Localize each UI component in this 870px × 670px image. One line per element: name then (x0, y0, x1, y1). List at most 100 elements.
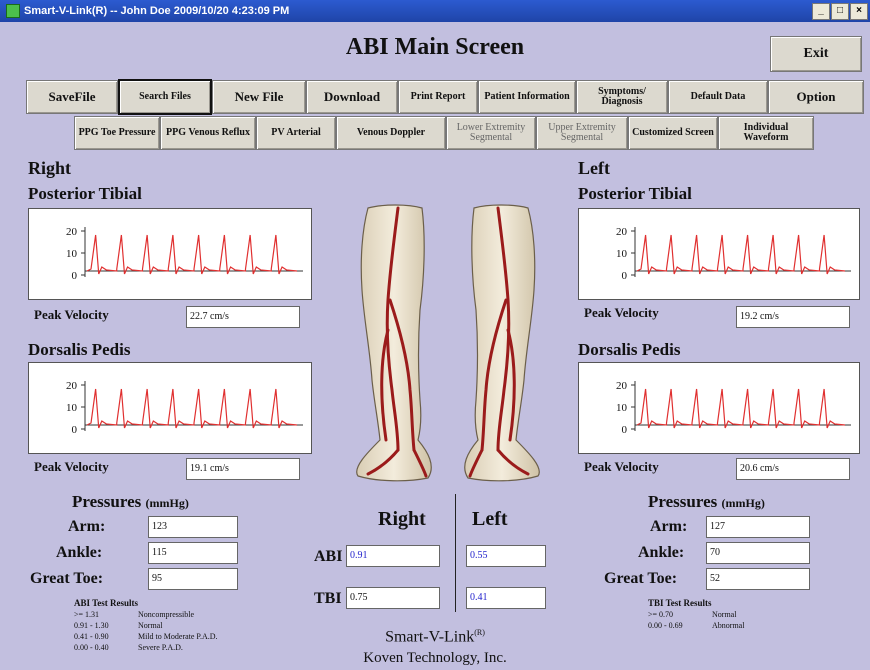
save-file-button[interactable]: SaveFile (26, 80, 118, 114)
venous-doppler-button[interactable]: Venous Doppler (336, 116, 446, 150)
waveform-trace (86, 388, 298, 429)
abi-results-title: ABI Test Results (74, 598, 139, 608)
waveform-trace (636, 234, 846, 275)
registered-mark: (R) (474, 628, 485, 637)
right-dp-peak-velocity-field[interactable]: 19.1 cm/s (186, 458, 300, 480)
center-right-heading: Right (378, 508, 426, 530)
left-dorsalis-pedis-waveform: 20 10 0 (578, 362, 860, 454)
left-side-heading: Left (578, 158, 610, 178)
left-posterior-tibial-title: Posterior Tibial (578, 184, 692, 203)
left-arm-field[interactable]: 127 (706, 516, 810, 538)
left-dorsalis-pedis-title: Dorsalis Pedis (578, 340, 681, 359)
tick-label: 10 (66, 402, 78, 414)
abi-right-field[interactable]: 0.91 (346, 545, 440, 567)
abi-row-3-meaning: Severe P.A.D. (138, 643, 183, 652)
waveform-plot: 20 10 0 (66, 226, 303, 282)
ppg-toe-pressure-button[interactable]: PPG Toe Pressure (74, 116, 160, 150)
right-great-toe-field[interactable]: 95 (148, 568, 238, 590)
individual-waveform-button[interactable]: Individual Waveform (718, 116, 814, 150)
left-dp-peak-velocity-label: Peak Velocity (584, 459, 659, 474)
tick-label: 0 (622, 270, 628, 282)
ppg-venous-reflux-button[interactable]: PPG Venous Reflux (160, 116, 256, 150)
close-button[interactable]: × (850, 3, 868, 20)
tick-label: 20 (616, 226, 628, 238)
lower-extremity-segmental-button[interactable]: Lower Extremity Segmental (446, 116, 536, 150)
upper-extremity-segmental-button[interactable]: Upper Extremity Segmental (536, 116, 628, 150)
right-great-toe-label: Great Toe: (30, 570, 104, 587)
right-dorsalis-pedis-title: Dorsalis Pedis (28, 340, 131, 359)
tick-label: 10 (66, 248, 78, 260)
left-pt-peak-velocity-field[interactable]: 19.2 cm/s (736, 306, 850, 328)
left-great-toe-field[interactable]: 52 (706, 568, 810, 590)
maximize-button[interactable]: □ (831, 3, 849, 20)
waveform-trace (636, 388, 846, 429)
title-bar[interactable]: Smart-V-Link(R) -- John Doe 2009/10/20 4… (0, 0, 870, 22)
pv-arterial-button[interactable]: PV Arterial (256, 116, 336, 150)
abi-label: ABI (314, 548, 343, 565)
tick-label: 10 (616, 248, 628, 260)
left-pt-peak-velocity-label: Peak Velocity (584, 305, 659, 320)
abi-row-3-range: 0.00 - 0.40 (74, 643, 109, 652)
tbi-row-0-range: >= 0.70 (648, 610, 674, 619)
left-ankle-field[interactable]: 70 (706, 542, 810, 564)
customized-screen-button[interactable]: Customized Screen (628, 116, 718, 150)
abi-row-1-meaning: Normal (138, 621, 163, 630)
abi-row-0-range: >= 1.31 (74, 610, 100, 619)
app-icon (6, 4, 20, 18)
patient-information-button[interactable]: Patient Information (478, 80, 576, 114)
right-posterior-tibial-waveform: 20 10 0 (28, 208, 312, 300)
abi-left-field[interactable]: 0.55 (466, 545, 546, 567)
waveform-trace (86, 234, 298, 275)
app-window: Smart-V-Link(R) -- John Doe 2009/10/20 4… (0, 0, 870, 670)
tick-label: 10 (616, 402, 628, 414)
screen-title: ABI Main Screen (345, 34, 525, 60)
right-ankle-label: Ankle: (56, 544, 103, 561)
pressures-unit: (mmHg) (721, 496, 765, 510)
waveform-plot: 20 10 0 (616, 380, 851, 436)
left-great-toe-label: Great Toe: (604, 570, 678, 587)
center-divider (455, 494, 456, 612)
right-pressures-title: Pressures (mmHg) (72, 492, 189, 512)
new-file-button[interactable]: New File (212, 80, 306, 114)
abi-row-2-range: 0.41 - 0.90 (74, 632, 109, 641)
tbi-right-field[interactable]: 0.75 (346, 587, 440, 609)
left-pressures-title: Pressures (mmHg) (648, 492, 765, 512)
tick-label: 20 (66, 226, 78, 238)
center-left-heading: Left (472, 508, 508, 530)
left-dp-peak-velocity-field[interactable]: 20.6 cm/s (736, 458, 850, 480)
window-title: Smart-V-Link(R) -- John Doe 2009/10/20 4… (24, 5, 290, 17)
left-posterior-tibial-waveform: 20 10 0 (578, 208, 860, 300)
window-controls: _ □ × (811, 3, 868, 20)
tick-label: 0 (72, 270, 78, 282)
right-arm-label: Arm: (68, 518, 106, 535)
right-dorsalis-pedis-waveform: 20 10 0 (28, 362, 312, 454)
left-ankle-label: Ankle: (638, 544, 685, 561)
tbi-label: TBI (314, 590, 342, 607)
default-data-button[interactable]: Default Data (668, 80, 768, 114)
option-button[interactable]: Option (768, 80, 864, 114)
waveform-plot: 20 10 0 (66, 380, 303, 436)
right-ankle-field[interactable]: 115 (148, 542, 238, 564)
right-posterior-tibial-title: Posterior Tibial (28, 184, 142, 203)
symptoms-diagnosis-button[interactable]: Symptoms/ Diagnosis (576, 80, 668, 114)
tick-label: 0 (622, 424, 628, 436)
abi-row-2-meaning: Mild to Moderate P.A.D. (138, 632, 218, 641)
brand-company: Koven Technology, Inc. (363, 650, 507, 666)
tick-label: 0 (72, 424, 78, 436)
minimize-button[interactable]: _ (812, 3, 830, 20)
pressures-unit: (mmHg) (145, 496, 189, 510)
exit-button[interactable]: Exit (770, 36, 862, 72)
tbi-row-1-range: 0.00 - 0.69 (648, 621, 683, 630)
abi-row-0-meaning: Noncompressible (138, 610, 194, 619)
right-arm-field[interactable]: 123 (148, 516, 238, 538)
abi-row-1-range: 0.91 - 1.30 (74, 621, 109, 630)
tick-label: 20 (616, 380, 628, 392)
legs-illustration (356, 204, 540, 482)
download-button[interactable]: Download (306, 80, 398, 114)
right-side-heading: Right (28, 158, 72, 178)
right-pt-peak-velocity-field[interactable]: 22.7 cm/s (186, 306, 300, 328)
brand-name: Smart-V-Link(R) (385, 628, 485, 646)
print-report-button[interactable]: Print Report (398, 80, 478, 114)
tbi-left-field[interactable]: 0.41 (466, 587, 546, 609)
search-files-button[interactable]: Search Files (118, 79, 212, 115)
